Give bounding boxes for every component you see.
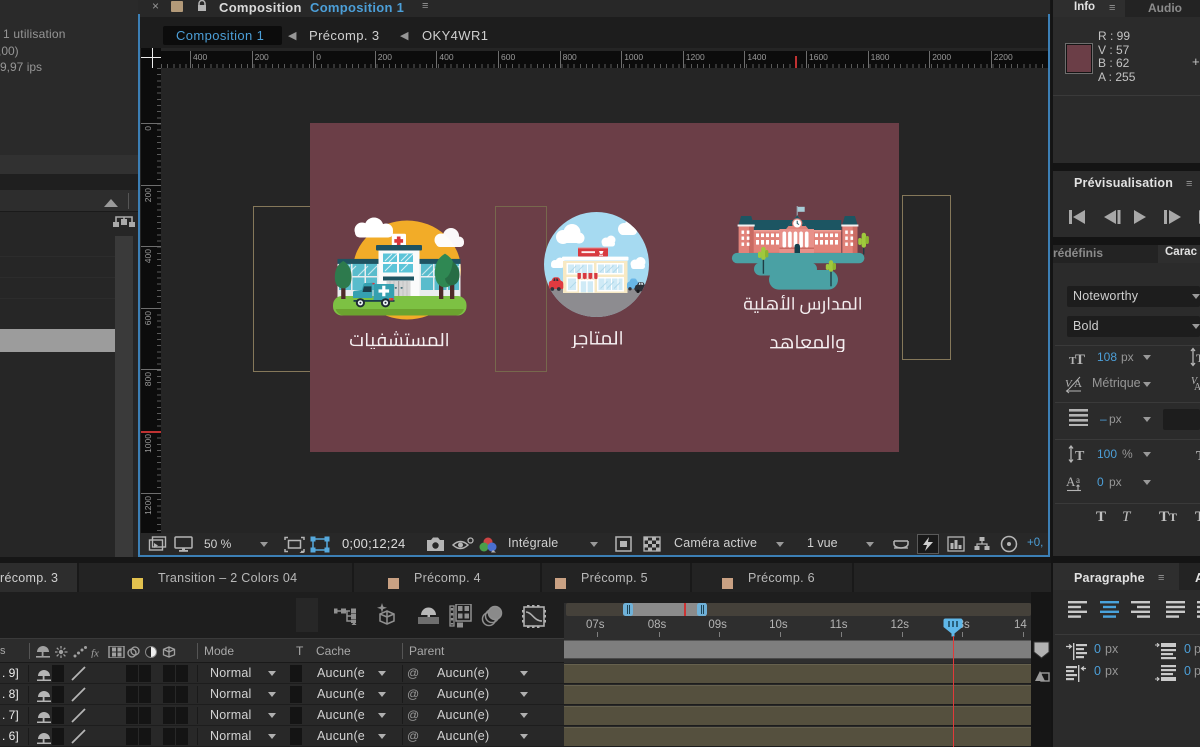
svg-text:T: T [1196,351,1200,365]
svg-text:T: T [1196,449,1200,463]
svg-text:T: T [1075,449,1085,463]
svg-text:A: A [1066,474,1076,489]
svg-text:a: a [1076,475,1080,485]
svg-text:T: T [1075,352,1085,365]
svg-text:V: V [1065,378,1073,390]
svg-text:fx: fx [91,648,99,659]
svg-text:A: A [1194,382,1200,393]
